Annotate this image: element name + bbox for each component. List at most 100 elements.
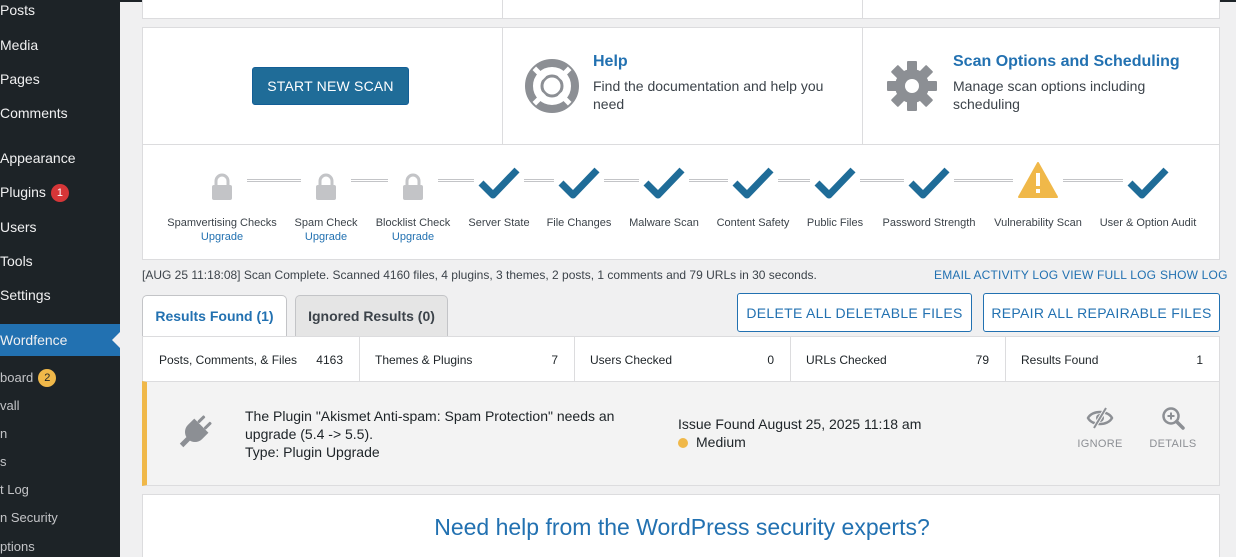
- sidebar-item-label: Tools: [0, 253, 33, 269]
- sidebar-subitem-label: board: [0, 370, 34, 385]
- previous-card-strip: [142, 0, 1220, 19]
- issue-item: The Plugin "Akismet Anti-spam: Spam Prot…: [142, 381, 1220, 486]
- divider: [502, 0, 503, 18]
- show-log-link[interactable]: SHOW LOG: [1160, 268, 1228, 282]
- sidebar-subitem-login-security[interactable]: n Security: [0, 509, 58, 527]
- checkmark-icon: [558, 167, 600, 199]
- sidebar-item-settings[interactable]: Settings: [0, 285, 51, 319]
- scan-actions-card: START NEW SCAN Help Find the documentati…: [142, 27, 1220, 145]
- lock-icon: [316, 173, 336, 200]
- scan-options-title[interactable]: Scan Options and Scheduling: [953, 53, 1180, 71]
- scan-status-message: [AUG 25 11:18:08] Scan Complete. Scanned…: [142, 268, 817, 282]
- sidebar-item-label: Comments: [0, 105, 68, 121]
- issue-type: Type: Plugin Upgrade: [245, 444, 380, 460]
- delete-all-deletable-files-button[interactable]: DELETE ALL DELETABLE FILES: [737, 293, 972, 332]
- summary-label: Themes & Plugins: [375, 353, 473, 367]
- issue-title: The Plugin "Akismet Anti-spam: Spam Prot…: [245, 408, 615, 442]
- expert-help-heading[interactable]: Need help from the WordPress security ex…: [143, 514, 1221, 541]
- stage-connector: [954, 179, 1013, 182]
- ignore-issue-button[interactable]: IGNORE: [1070, 406, 1130, 450]
- stage-upgrade-link[interactable]: Upgrade: [343, 231, 483, 243]
- summary-value: 1: [1196, 353, 1203, 367]
- sidebar-item-label: Posts: [0, 2, 36, 18]
- scan-stages-card: Spamvertising Checks Upgrade Spam Check Upg…: [142, 144, 1220, 260]
- sidebar-subitem-scan[interactable]: n: [0, 425, 7, 443]
- tab-results-found[interactable]: Results Found (1): [142, 295, 287, 338]
- stage-connector: [860, 179, 904, 182]
- admin-sidebar: Posts Media Pages Comments Appearance Pl…: [0, 0, 120, 557]
- sidebar-subitem-label: vall: [0, 398, 20, 413]
- sidebar-item-label: Users: [0, 219, 37, 235]
- checkmark-icon: [478, 167, 520, 199]
- summary-urls-checked: URLs Checked 79: [790, 337, 1005, 381]
- sidebar-item-tools[interactable]: Tools: [0, 251, 33, 285]
- lock-icon: [212, 173, 232, 200]
- email-activity-log-link[interactable]: EMAIL ACTIVITY LOG: [934, 268, 1058, 282]
- summary-value: 0: [767, 353, 774, 367]
- help-description: Find the documentation and help you need: [593, 78, 824, 112]
- summary-value: 79: [975, 353, 989, 367]
- summary-users-checked: Users Checked 0: [574, 337, 790, 381]
- stage-connector: [689, 179, 728, 182]
- issue-details-button[interactable]: DETAILS: [1143, 406, 1203, 450]
- sidebar-item-comments[interactable]: Comments: [0, 103, 68, 137]
- stage-connector: [1063, 179, 1123, 182]
- sidebar-item-label: Wordfence: [0, 332, 68, 348]
- divider: [862, 0, 863, 18]
- scan-options-description: Manage scan options including scheduling: [953, 78, 1146, 112]
- view-full-log-link[interactable]: VIEW FULL LOG: [1062, 268, 1156, 282]
- warning-icon: [1018, 162, 1058, 198]
- stage-connector: [438, 179, 474, 182]
- details-label: DETAILS: [1149, 438, 1197, 450]
- severity-indicator: [678, 438, 688, 448]
- eye-slash-icon: [1086, 406, 1114, 430]
- sidebar-subitem-label: t Log: [0, 482, 29, 497]
- sidebar-item-label: Pages: [0, 71, 40, 87]
- scan-summary-row: Posts, Comments, & Files 4163 Themes & P…: [142, 336, 1220, 382]
- start-new-scan-button[interactable]: START NEW SCAN: [252, 67, 409, 105]
- tab-ignored-results[interactable]: Ignored Results (0): [295, 295, 448, 337]
- help-cell[interactable]: Help Find the documentation and help you…: [502, 28, 862, 144]
- summary-value: 7: [551, 353, 558, 367]
- stage-connector: [247, 179, 301, 182]
- sidebar-item-media[interactable]: Media: [0, 35, 38, 69]
- sidebar-item-label: Settings: [0, 287, 51, 303]
- summary-results-found: Results Found 1: [1005, 337, 1219, 381]
- sidebar-item-pages[interactable]: Pages: [0, 69, 40, 103]
- dashboard-notification-badge: 2: [38, 369, 57, 387]
- summary-label: Results Found: [1021, 353, 1099, 367]
- sidebar-item-plugins[interactable]: Plugins 1: [0, 182, 69, 216]
- sidebar-item-label: Appearance: [0, 150, 76, 166]
- plug-icon: [179, 415, 212, 448]
- summary-value: 4163: [316, 353, 343, 367]
- checkmark-icon: [732, 167, 774, 199]
- sidebar-subitem-label: n Security: [0, 510, 58, 525]
- sidebar-item-appearance[interactable]: Appearance: [0, 148, 76, 182]
- sidebar-subitem-dashboard[interactable]: board 2: [0, 369, 57, 387]
- lock-icon: [403, 173, 423, 200]
- scan-options-cell[interactable]: Scan Options and Scheduling Manage scan …: [862, 28, 1220, 144]
- ignore-label: IGNORE: [1077, 438, 1123, 450]
- sidebar-subitem-audit-log[interactable]: t Log: [0, 481, 29, 499]
- sidebar-item-users[interactable]: Users: [0, 217, 37, 251]
- zoom-in-icon: [1162, 407, 1185, 430]
- checkmark-icon: [1127, 167, 1169, 199]
- expert-help-card: Need help from the WordPress security ex…: [142, 494, 1220, 557]
- sidebar-subitem-tools[interactable]: s: [0, 453, 7, 471]
- sidebar-item-posts[interactable]: Posts: [0, 0, 35, 34]
- stage-connector: [351, 179, 388, 182]
- sidebar-subitem-all-options[interactable]: ptions: [0, 538, 35, 556]
- sidebar-item-wordfence[interactable]: Wordfence: [0, 330, 67, 364]
- repair-all-repairable-files-button[interactable]: REPAIR ALL REPAIRABLE FILES: [983, 293, 1220, 332]
- help-title[interactable]: Help: [593, 53, 628, 71]
- sidebar-item-label: Plugins: [0, 184, 46, 200]
- plugins-update-badge: 1: [50, 184, 69, 202]
- sidebar-subitem-firewall[interactable]: vall: [0, 397, 20, 415]
- sidebar-active-arrow: [112, 332, 120, 348]
- sidebar-subitem-label: n: [0, 426, 8, 441]
- checkmark-icon: [908, 167, 950, 199]
- sidebar-item-label: Media: [0, 37, 39, 53]
- stage-connector: [778, 179, 810, 182]
- sidebar-subitem-label: ptions: [0, 539, 35, 554]
- checkmark-icon: [643, 167, 685, 199]
